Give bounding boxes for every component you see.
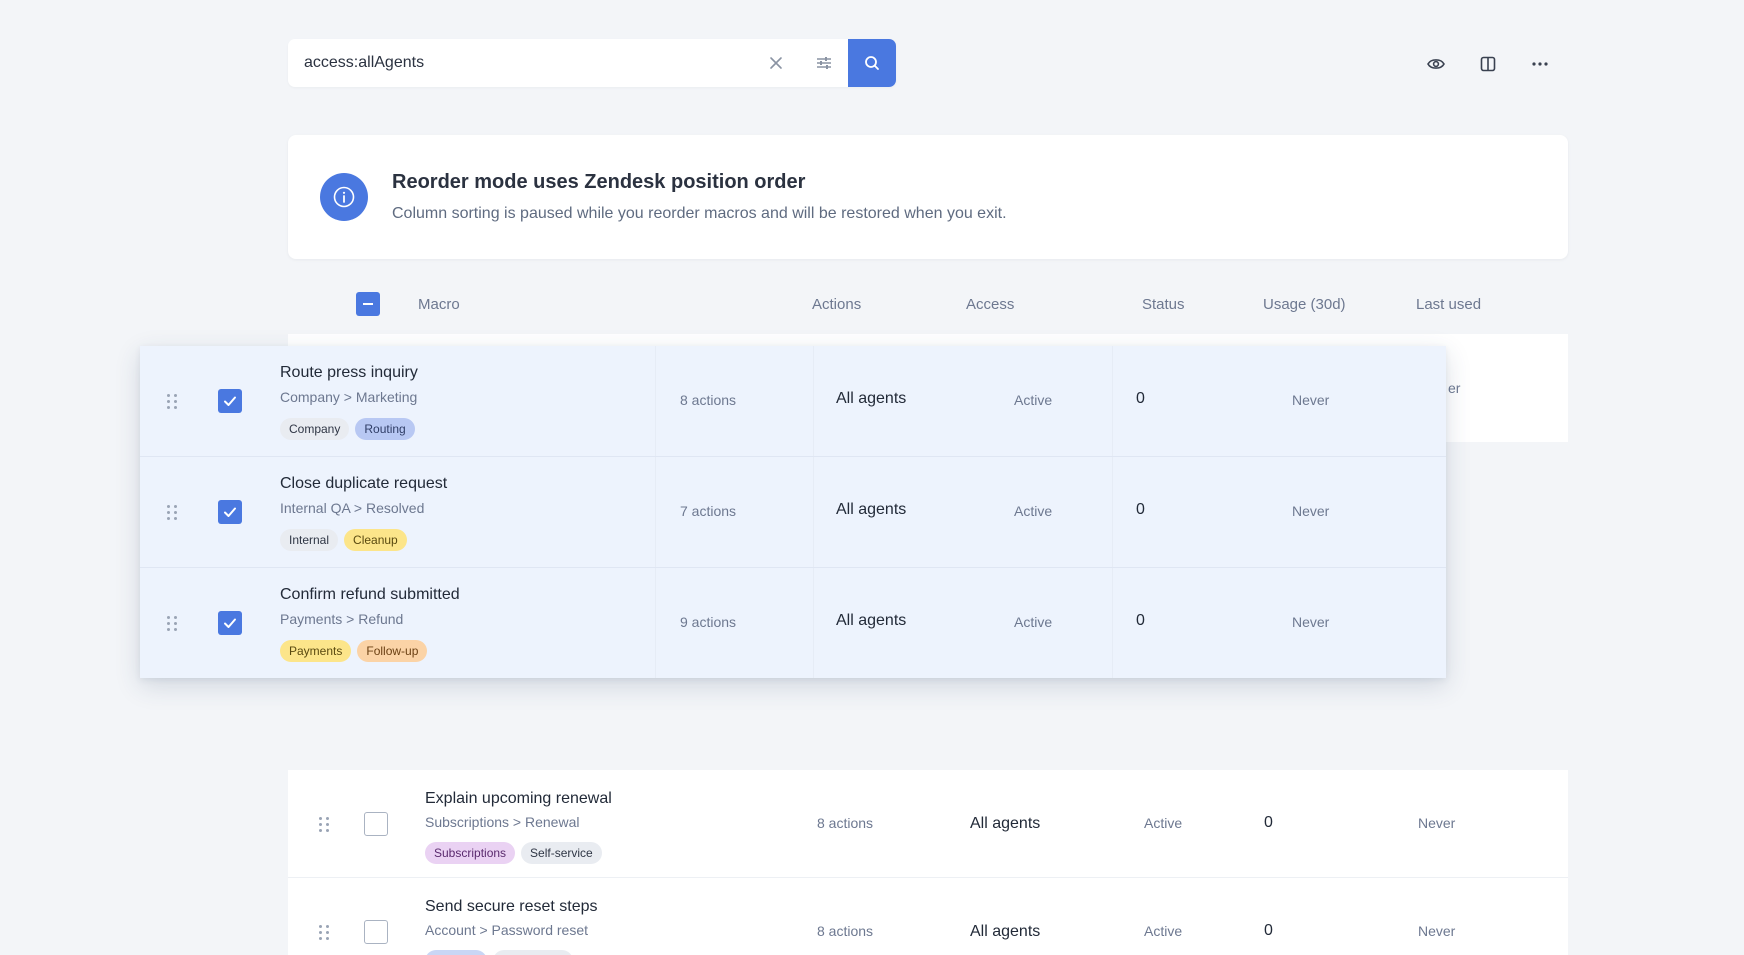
actions-count: 7 actions [680,503,737,519]
status-value: Active [1014,614,1053,630]
status-value: Active [1144,923,1183,939]
status-value: Active [1014,503,1053,519]
last-used-value: Never [1418,923,1456,939]
row-checkbox[interactable] [218,611,242,635]
macro-path: Subscriptions > Renewal [425,814,580,830]
macro-tags [425,950,573,955]
drag-handle-icon[interactable] [319,816,331,832]
access-value: All agents [836,612,907,629]
column-header-status[interactable]: Status [1142,296,1185,313]
select-all-checkbox[interactable] [356,292,380,316]
drag-handle-icon[interactable] [167,504,179,520]
actions-count: 8 actions [817,923,874,939]
actions-count: 8 actions [680,392,737,408]
row-checkbox[interactable] [364,812,388,836]
drag-handle-icon[interactable] [167,393,179,409]
eye-icon [1427,59,1445,69]
reorder-info-banner: Reorder mode uses Zendesk position order… [288,135,1568,259]
macro-name[interactable]: Confirm refund submitted [280,586,460,604]
search-button[interactable] [848,39,896,87]
banner-text: Column sorting is paused while you reord… [392,205,1007,222]
table-row[interactable]: Explain upcoming renewal Subscriptions >… [288,770,1568,878]
macro-path: Internal QA > Resolved [280,500,425,516]
tag: Cleanup [344,529,407,551]
minus-icon [363,303,373,305]
tag: Internal [280,529,339,551]
info-icon [320,173,368,221]
macro-table-body: Explain upcoming renewal Subscriptions >… [288,770,1568,955]
row-checkbox[interactable] [218,500,242,524]
banner-title: Reorder mode uses Zendesk position order [392,171,806,193]
macro-tags: Company Routing [280,418,415,440]
actions-count: 9 actions [680,614,737,630]
macro-tags: Payments Follow-up [280,640,428,662]
macro-tags: Subscriptions Self-service [425,842,602,864]
preview-button[interactable] [1418,46,1454,82]
sliders-icon [817,57,831,69]
access-value: All agents [970,923,1041,940]
tag [493,950,573,955]
search-bar [288,39,896,87]
tag [425,950,487,955]
macro-path: Payments > Refund [280,611,404,627]
macro-name[interactable]: Close duplicate request [280,475,447,493]
column-header-usage[interactable]: Usage (30d) [1263,296,1346,313]
last-used-value: Never [1292,392,1330,408]
check-icon [224,396,236,406]
dragged-row[interactable]: Close duplicate request Internal QA > Re… [140,457,1446,568]
tag: Self-service [521,842,602,864]
clear-search-button[interactable] [752,39,800,87]
column-header-actions[interactable]: Actions [812,296,861,313]
row-checkbox[interactable] [218,389,242,413]
close-icon [770,57,782,69]
usage-value: 0 [1264,814,1273,831]
macro-name[interactable]: Send secure reset steps [425,898,598,916]
status-value: Active [1014,392,1053,408]
drag-handle-icon[interactable] [319,924,331,940]
search-input[interactable] [288,39,752,87]
drag-handle-icon[interactable] [167,615,179,631]
usage-value: 0 [1136,501,1145,518]
view-toolbar [1418,46,1558,82]
column-header-access[interactable]: Access [966,296,1014,313]
usage-value: 0 [1264,922,1273,939]
access-value: All agents [836,501,907,518]
column-header-last-used[interactable]: Last used [1416,296,1481,313]
access-value: All agents [836,390,907,407]
columns-icon [1480,56,1496,72]
tag: Payments [280,640,352,662]
check-icon [224,618,236,628]
dragged-row[interactable]: Confirm refund submitted Payments > Refu… [140,568,1446,678]
row-checkbox[interactable] [364,920,388,944]
dragged-row[interactable]: Route press inquiry Company > Marketing … [140,346,1446,457]
macro-name[interactable]: Explain upcoming renewal [425,790,612,808]
columns-button[interactable] [1470,46,1506,82]
table-row[interactable]: Send secure reset steps Account > Passwo… [288,878,1568,955]
peek-text: er [1448,380,1461,396]
search-icon [865,56,879,70]
table-header: Macro Actions Access Status Usage (30d) … [288,286,1568,326]
usage-value: 0 [1136,612,1145,629]
last-used-value: Never [1292,503,1330,519]
macro-tags: Internal Cleanup [280,529,407,551]
status-value: Active [1144,815,1183,831]
column-header-macro[interactable]: Macro [418,296,460,313]
more-options-button[interactable] [1522,46,1558,82]
macro-path: Company > Marketing [280,389,418,405]
actions-count: 8 actions [817,815,874,831]
more-horizontal-icon [1532,62,1548,66]
macro-name[interactable]: Route press inquiry [280,364,418,382]
macro-path: Account > Password reset [425,922,589,938]
access-value: All agents [970,815,1041,832]
filter-button[interactable] [800,39,848,87]
tag: Routing [355,418,415,440]
check-icon [224,507,236,517]
last-used-value: Never [1418,815,1456,831]
last-used-value: Never [1292,614,1330,630]
tag: Subscriptions [425,842,516,864]
tag: Company [280,418,350,440]
tag: Follow-up [357,640,428,662]
dragged-rows-overlay[interactable]: Route press inquiry Company > Marketing … [140,346,1446,678]
usage-value: 0 [1136,390,1145,407]
